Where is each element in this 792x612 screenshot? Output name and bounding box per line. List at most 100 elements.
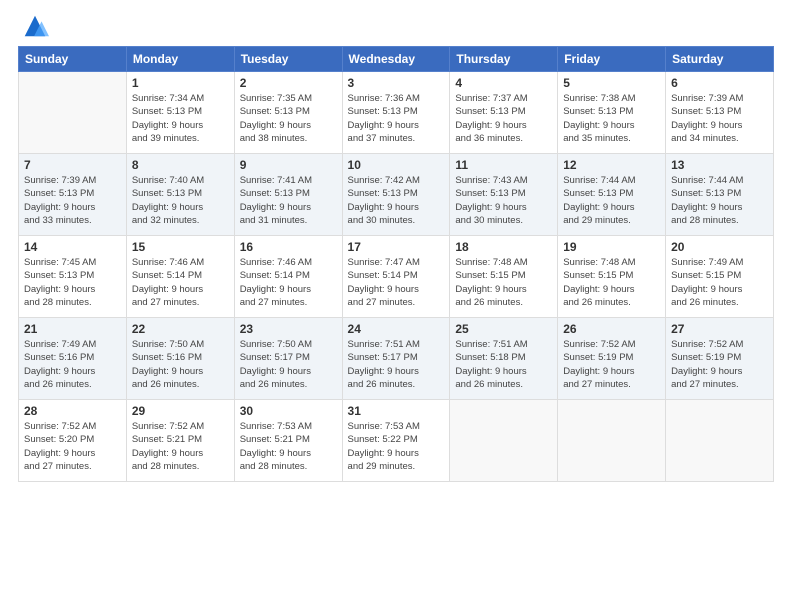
day-number: 1: [132, 76, 229, 90]
page: SundayMondayTuesdayWednesdayThursdayFrid…: [0, 0, 792, 612]
calendar-cell: [450, 400, 558, 482]
day-info: Sunrise: 7:39 AMSunset: 5:13 PMDaylight:…: [24, 174, 121, 227]
calendar-cell: 26 Sunrise: 7:52 AMSunset: 5:19 PMDayligh…: [558, 318, 666, 400]
day-info: Sunrise: 7:51 AMSunset: 5:18 PMDaylight:…: [455, 338, 552, 391]
day-number: 28: [24, 404, 121, 418]
day-number: 23: [240, 322, 337, 336]
calendar-cell: 24 Sunrise: 7:51 AMSunset: 5:17 PMDayligh…: [342, 318, 450, 400]
day-number: 29: [132, 404, 229, 418]
day-number: 12: [563, 158, 660, 172]
calendar-cell: 21 Sunrise: 7:49 AMSunset: 5:16 PMDayligh…: [19, 318, 127, 400]
day-info: Sunrise: 7:45 AMSunset: 5:13 PMDaylight:…: [24, 256, 121, 309]
day-number: 19: [563, 240, 660, 254]
day-number: 18: [455, 240, 552, 254]
logo-icon: [21, 12, 49, 40]
calendar-cell: 2 Sunrise: 7:35 AMSunset: 5:13 PMDaylight…: [234, 72, 342, 154]
day-info: Sunrise: 7:50 AMSunset: 5:17 PMDaylight:…: [240, 338, 337, 391]
calendar-cell: 30 Sunrise: 7:53 AMSunset: 5:21 PMDayligh…: [234, 400, 342, 482]
calendar-cell: [666, 400, 774, 482]
calendar-cell: 12 Sunrise: 7:44 AMSunset: 5:13 PMDayligh…: [558, 154, 666, 236]
calendar-cell: 7 Sunrise: 7:39 AMSunset: 5:13 PMDaylight…: [19, 154, 127, 236]
day-number: 22: [132, 322, 229, 336]
day-info: Sunrise: 7:53 AMSunset: 5:21 PMDaylight:…: [240, 420, 337, 473]
day-number: 3: [348, 76, 445, 90]
day-info: Sunrise: 7:51 AMSunset: 5:17 PMDaylight:…: [348, 338, 445, 391]
day-info: Sunrise: 7:52 AMSunset: 5:20 PMDaylight:…: [24, 420, 121, 473]
day-number: 8: [132, 158, 229, 172]
day-number: 26: [563, 322, 660, 336]
day-info: Sunrise: 7:38 AMSunset: 5:13 PMDaylight:…: [563, 92, 660, 145]
calendar-cell: 14Sunrise: 7:45 AMSunset: 5:13 PMDayligh…: [19, 236, 127, 318]
weekday-header-friday: Friday: [558, 47, 666, 72]
calendar-cell: 13 Sunrise: 7:44 AMSunset: 5:13 PMDayligh…: [666, 154, 774, 236]
day-info: Sunrise: 7:37 AMSunset: 5:13 PMDaylight:…: [455, 92, 552, 145]
calendar-cell: 31 Sunrise: 7:53 AMSunset: 5:22 PMDayligh…: [342, 400, 450, 482]
day-number: 11: [455, 158, 552, 172]
day-info: Sunrise: 7:52 AMSunset: 5:21 PMDaylight:…: [132, 420, 229, 473]
day-number: 17: [348, 240, 445, 254]
day-number: 7: [24, 158, 121, 172]
weekday-header-saturday: Saturday: [666, 47, 774, 72]
day-number: 4: [455, 76, 552, 90]
day-info: Sunrise: 7:49 AMSunset: 5:16 PMDaylight:…: [24, 338, 121, 391]
day-number: 13: [671, 158, 768, 172]
calendar-cell: 17 Sunrise: 7:47 AMSunset: 5:14 PMDayligh…: [342, 236, 450, 318]
day-number: 31: [348, 404, 445, 418]
calendar-cell: 5 Sunrise: 7:38 AMSunset: 5:13 PMDaylight…: [558, 72, 666, 154]
day-info: Sunrise: 7:41 AMSunset: 5:13 PMDaylight:…: [240, 174, 337, 227]
calendar-cell: 19 Sunrise: 7:48 AMSunset: 5:15 PMDayligh…: [558, 236, 666, 318]
calendar-cell: 9Sunrise: 7:41 AMSunset: 5:13 PMDaylight…: [234, 154, 342, 236]
day-info: Sunrise: 7:48 AMSunset: 5:15 PMDaylight:…: [563, 256, 660, 309]
day-info: Sunrise: 7:49 AMSunset: 5:15 PMDaylight:…: [671, 256, 768, 309]
day-number: 24: [348, 322, 445, 336]
day-info: Sunrise: 7:44 AMSunset: 5:13 PMDaylight:…: [671, 174, 768, 227]
day-info: Sunrise: 7:42 AMSunset: 5:13 PMDaylight:…: [348, 174, 445, 227]
calendar-cell: 18 Sunrise: 7:48 AMSunset: 5:15 PMDayligh…: [450, 236, 558, 318]
day-number: 30: [240, 404, 337, 418]
day-info: Sunrise: 7:50 AMSunset: 5:16 PMDaylight:…: [132, 338, 229, 391]
day-info: Sunrise: 7:46 AMSunset: 5:14 PMDaylight:…: [240, 256, 337, 309]
day-info: Sunrise: 7:44 AMSunset: 5:13 PMDaylight:…: [563, 174, 660, 227]
calendar-cell: 16 Sunrise: 7:46 AMSunset: 5:14 PMDayligh…: [234, 236, 342, 318]
calendar-cell: 23 Sunrise: 7:50 AMSunset: 5:17 PMDayligh…: [234, 318, 342, 400]
header: [18, 16, 774, 36]
calendar-cell: 8 Sunrise: 7:40 AMSunset: 5:13 PMDaylight…: [126, 154, 234, 236]
day-number: 5: [563, 76, 660, 90]
calendar-cell: 29 Sunrise: 7:52 AMSunset: 5:21 PMDayligh…: [126, 400, 234, 482]
day-number: 16: [240, 240, 337, 254]
calendar-cell: 25 Sunrise: 7:51 AMSunset: 5:18 PMDayligh…: [450, 318, 558, 400]
calendar-cell: 28 Sunrise: 7:52 AMSunset: 5:20 PMDayligh…: [19, 400, 127, 482]
calendar-cell: [19, 72, 127, 154]
day-info: Sunrise: 7:35 AMSunset: 5:13 PMDaylight:…: [240, 92, 337, 145]
day-info: Sunrise: 7:40 AMSunset: 5:13 PMDaylight:…: [132, 174, 229, 227]
calendar-cell: 27Sunrise: 7:52 AMSunset: 5:19 PMDayligh…: [666, 318, 774, 400]
day-info: Sunrise: 7:52 AMSunset: 5:19 PMDaylight:…: [563, 338, 660, 391]
calendar-cell: [558, 400, 666, 482]
logo-text: [18, 16, 49, 36]
calendar-cell: 6Sunrise: 7:39 AMSunset: 5:13 PMDaylight…: [666, 72, 774, 154]
calendar-cell: 15Sunrise: 7:46 AMSunset: 5:14 PMDayligh…: [126, 236, 234, 318]
weekday-header-monday: Monday: [126, 47, 234, 72]
weekday-header-wednesday: Wednesday: [342, 47, 450, 72]
calendar-cell: 10 Sunrise: 7:42 AMSunset: 5:13 PMDayligh…: [342, 154, 450, 236]
day-number: 15: [132, 240, 229, 254]
day-number: 6: [671, 76, 768, 90]
day-number: 27: [671, 322, 768, 336]
day-info: Sunrise: 7:48 AMSunset: 5:15 PMDaylight:…: [455, 256, 552, 309]
calendar-cell: 1Sunrise: 7:34 AMSunset: 5:13 PMDaylight…: [126, 72, 234, 154]
day-info: Sunrise: 7:47 AMSunset: 5:14 PMDaylight:…: [348, 256, 445, 309]
weekday-header-sunday: Sunday: [19, 47, 127, 72]
day-number: 21: [24, 322, 121, 336]
calendar-cell: 22 Sunrise: 7:50 AMSunset: 5:16 PMDayligh…: [126, 318, 234, 400]
day-info: Sunrise: 7:53 AMSunset: 5:22 PMDaylight:…: [348, 420, 445, 473]
weekday-header-tuesday: Tuesday: [234, 47, 342, 72]
day-number: 2: [240, 76, 337, 90]
day-info: Sunrise: 7:36 AMSunset: 5:13 PMDaylight:…: [348, 92, 445, 145]
calendar-cell: 20 Sunrise: 7:49 AMSunset: 5:15 PMDayligh…: [666, 236, 774, 318]
day-number: 10: [348, 158, 445, 172]
calendar-cell: 4 Sunrise: 7:37 AMSunset: 5:13 PMDaylight…: [450, 72, 558, 154]
weekday-header-thursday: Thursday: [450, 47, 558, 72]
day-number: 25: [455, 322, 552, 336]
logo: [18, 16, 49, 36]
day-number: 20: [671, 240, 768, 254]
